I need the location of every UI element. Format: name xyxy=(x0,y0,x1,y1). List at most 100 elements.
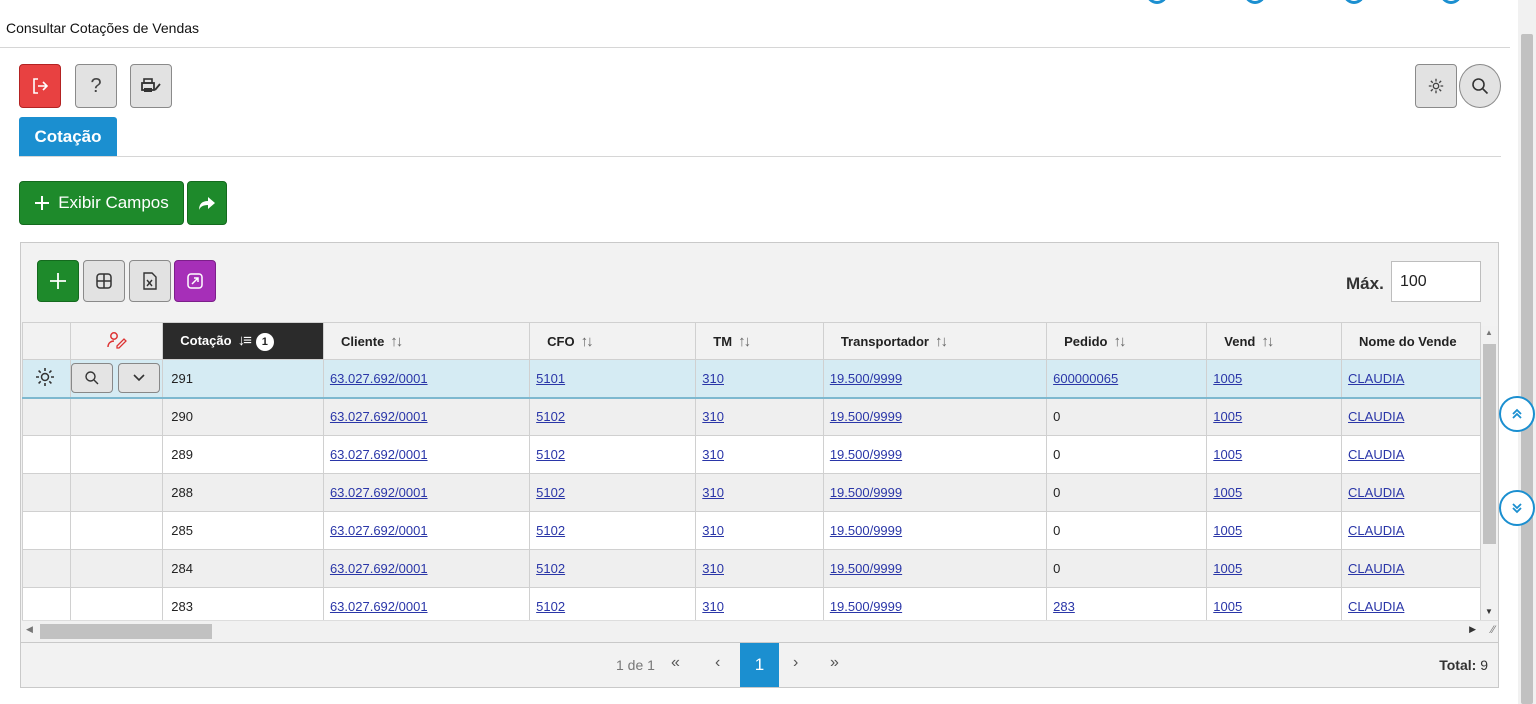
header-edit[interactable] xyxy=(70,322,164,360)
cell-vend: 1005 xyxy=(1206,587,1343,620)
transportador-link[interactable]: 19.500/9999 xyxy=(830,409,902,424)
tm-link[interactable]: 310 xyxy=(702,371,724,386)
nome-vendedor-link[interactable]: CLAUDIA xyxy=(1348,447,1430,462)
first-page-button[interactable]: « xyxy=(671,654,680,672)
vend-link[interactable]: 1005 xyxy=(1213,561,1242,576)
header-tm[interactable]: TM ↑↓ xyxy=(695,322,824,360)
tm-link[interactable]: 310 xyxy=(702,485,724,500)
tab-cotacao[interactable]: Cotação xyxy=(19,117,117,157)
vend-link[interactable]: 1005 xyxy=(1213,599,1242,614)
table-row[interactable]: 288 63.027.692/0001 5102 310 19.500/9999 0 100… xyxy=(22,473,1481,512)
header-cliente[interactable]: Cliente ↑↓ xyxy=(322,322,531,360)
nome-vendedor-link[interactable]: CLAUDIA xyxy=(1348,409,1430,424)
scroll-bottom-button[interactable] xyxy=(1499,490,1535,526)
grid-horizontal-scrollbar[interactable]: ◀ ▶ ⁄⁄ xyxy=(22,620,1498,642)
tm-link[interactable]: 310 xyxy=(702,561,724,576)
cliente-link[interactable]: 63.027.692/0001 xyxy=(330,561,428,576)
table-row[interactable]: 285 63.027.692/0001 5102 310 19.500/9999 0 100… xyxy=(22,511,1481,550)
tm-link[interactable]: 310 xyxy=(702,447,724,462)
vend-link[interactable]: 1005 xyxy=(1213,447,1242,462)
search-button[interactable] xyxy=(1459,64,1501,108)
settings-button[interactable] xyxy=(1415,64,1457,108)
exit-button[interactable] xyxy=(19,64,61,108)
cfo-link[interactable]: 5102 xyxy=(536,447,565,462)
header-cotacao[interactable]: Cotação ↓≡ 1 xyxy=(162,322,324,360)
resize-handle-icon[interactable]: ⁄⁄ xyxy=(1491,624,1495,636)
table-row[interactable]: 291 63.027.692/0001 5101 310 19.500/9999 6000… xyxy=(22,359,1481,399)
plus-icon xyxy=(49,272,67,290)
export-excel-button[interactable] xyxy=(129,260,171,302)
nome-vendedor-link[interactable]: CLAUDIA xyxy=(1348,485,1430,500)
scroll-down-arrow-icon[interactable]: ▼ xyxy=(1485,607,1493,616)
max-input[interactable] xyxy=(1391,261,1481,302)
tm-link[interactable]: 310 xyxy=(702,409,724,424)
cliente-link[interactable]: 63.027.692/0001 xyxy=(330,523,428,538)
cliente-link[interactable]: 63.027.692/0001 xyxy=(330,599,428,614)
table-row[interactable]: 290 63.027.692/0001 5102 310 19.500/9999 0 100… xyxy=(22,397,1481,436)
cfo-link[interactable]: 5102 xyxy=(536,599,565,614)
transportador-link[interactable]: 19.500/9999 xyxy=(830,447,902,462)
scroll-right-arrow-icon[interactable]: ▶ xyxy=(1469,624,1476,635)
grid-vertical-scrollbar[interactable]: ▲ ▼ xyxy=(1481,326,1498,618)
current-page-button[interactable]: 1 xyxy=(740,643,779,687)
scroll-top-button[interactable] xyxy=(1499,396,1535,432)
header-cfo[interactable]: CFO ↑↓ xyxy=(529,322,697,360)
header-vend[interactable]: Vend ↑↓ xyxy=(1206,322,1343,360)
header-transportador[interactable]: Transportador ↑↓ xyxy=(822,322,1048,360)
nome-vendedor-link[interactable]: CLAUDIA xyxy=(1348,523,1430,538)
nome-vendedor-link[interactable]: CLAUDIA xyxy=(1348,371,1430,386)
cell-tm: 310 xyxy=(695,359,824,399)
transportador-link[interactable]: 19.500/9999 xyxy=(830,599,902,614)
cfo-link[interactable]: 5102 xyxy=(536,561,565,576)
prev-page-button[interactable]: ‹ xyxy=(715,654,720,672)
table-row[interactable]: 289 63.027.692/0001 5102 310 19.500/9999 0 100… xyxy=(22,435,1481,474)
transportador-link[interactable]: 19.500/9999 xyxy=(830,561,902,576)
cfo-link[interactable]: 5102 xyxy=(536,523,565,538)
vend-link[interactable]: 1005 xyxy=(1213,409,1242,424)
last-page-button[interactable]: » xyxy=(830,654,839,672)
grid-horizontal-scrollbar-thumb[interactable] xyxy=(40,624,212,639)
gear-icon[interactable] xyxy=(33,365,57,389)
row-tools-cell xyxy=(70,511,164,550)
row-menu-button[interactable] xyxy=(118,363,161,394)
cfo-link[interactable]: 5101 xyxy=(536,371,565,386)
transportador-link[interactable]: 19.500/9999 xyxy=(830,371,902,386)
nome-vendedor-link[interactable]: CLAUDIA xyxy=(1348,599,1430,614)
cliente-link[interactable]: 63.027.692/0001 xyxy=(330,371,428,386)
expand-button[interactable] xyxy=(174,260,216,302)
page-scrollbar[interactable] xyxy=(1518,0,1536,704)
vend-link[interactable]: 1005 xyxy=(1213,485,1242,500)
help-button[interactable]: ? xyxy=(75,64,117,108)
print-button[interactable] xyxy=(130,64,172,108)
vend-link[interactable]: 1005 xyxy=(1213,523,1242,538)
exibir-campos-button[interactable]: Exibir Campos xyxy=(19,181,184,225)
scroll-up-arrow-icon[interactable]: ▲ xyxy=(1485,328,1493,337)
share-button[interactable] xyxy=(187,181,227,225)
tm-link[interactable]: 310 xyxy=(702,523,724,538)
page-scrollbar-thumb[interactable] xyxy=(1521,34,1533,704)
tm-link[interactable]: 310 xyxy=(702,599,724,614)
cliente-link[interactable]: 63.027.692/0001 xyxy=(330,447,428,462)
grid-vertical-scrollbar-thumb[interactable] xyxy=(1483,344,1496,544)
cfo-link[interactable]: 5102 xyxy=(536,409,565,424)
scroll-left-arrow-icon[interactable]: ◀ xyxy=(26,624,33,635)
vend-link[interactable]: 1005 xyxy=(1213,371,1242,386)
cliente-link[interactable]: 63.027.692/0001 xyxy=(330,409,428,424)
cell-transportador: 19.500/9999 xyxy=(822,435,1048,474)
row-view-button[interactable] xyxy=(71,363,114,394)
columns-button[interactable] xyxy=(83,260,125,302)
add-row-button[interactable] xyxy=(37,260,79,302)
header-pedido[interactable]: Pedido ↑↓ xyxy=(1046,322,1208,360)
pedido-link[interactable]: 283 xyxy=(1053,599,1075,614)
transportador-link[interactable]: 19.500/9999 xyxy=(830,485,902,500)
header-nome-vendedor[interactable]: Nome do Vende xyxy=(1341,322,1481,360)
transportador-link[interactable]: 19.500/9999 xyxy=(830,523,902,538)
pedido-link[interactable]: 600000065 xyxy=(1053,371,1118,386)
cfo-link[interactable]: 5102 xyxy=(536,485,565,500)
table-row[interactable]: 283 63.027.692/0001 5102 310 19.500/9999 283 1… xyxy=(22,587,1481,620)
cell-vend: 1005 xyxy=(1206,549,1343,588)
table-row[interactable]: 284 63.027.692/0001 5102 310 19.500/9999 0 100… xyxy=(22,549,1481,588)
next-page-button[interactable]: › xyxy=(793,654,798,672)
nome-vendedor-link[interactable]: CLAUDIA xyxy=(1348,561,1430,576)
cliente-link[interactable]: 63.027.692/0001 xyxy=(330,485,428,500)
